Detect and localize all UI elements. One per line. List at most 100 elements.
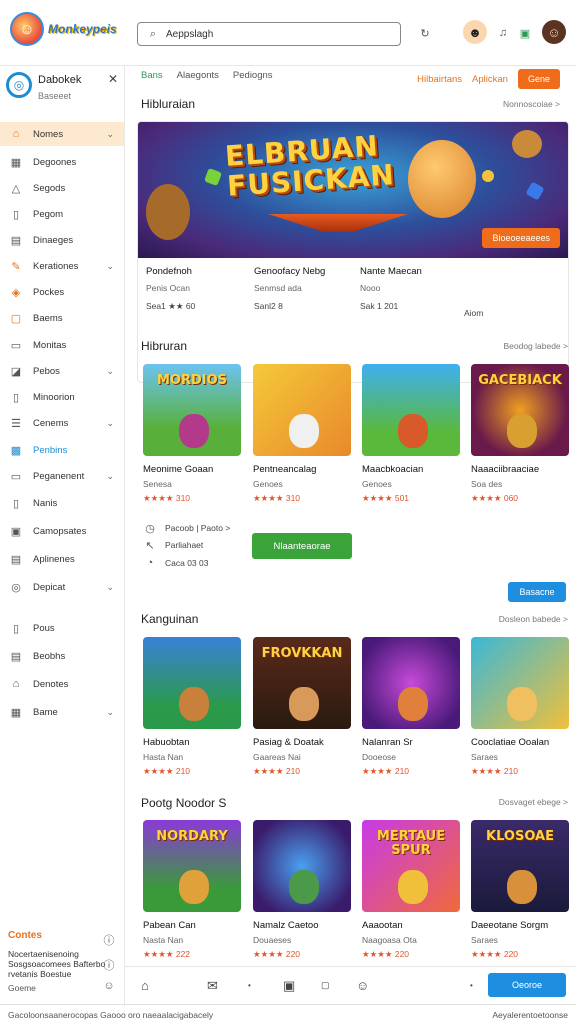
close-icon[interactable]: ✕: [108, 72, 118, 86]
game-thumbnail[interactable]: [362, 364, 460, 456]
section3-link[interactable]: Dosleon babede >: [499, 614, 568, 624]
kid-avatar[interactable]: ☻: [463, 20, 487, 44]
sidebar-item-pockes[interactable]: ◈ Pockes: [0, 280, 124, 304]
grid-icon: ▦: [10, 156, 22, 169]
bottom-action-button[interactable]: Oeoroe: [488, 973, 566, 997]
green-action-button[interactable]: Nlaanteaorae: [252, 533, 352, 559]
sidebar-item-degoones[interactable]: ▦ Degoones: [0, 150, 124, 174]
game-card[interactable]: MORDIOS Meonime Goaan Senesa ★★★★ 310: [143, 364, 243, 504]
game-card[interactable]: Cooclatiae Ooalan Saraes ★★★★ 210: [471, 637, 571, 777]
refresh-icon[interactable]: ↻: [418, 26, 432, 40]
sidebar-item-peganenent[interactable]: ▭ Peganenent ⌄: [0, 464, 124, 488]
sidebar-item-pegom[interactable]: ▯ Pegom: [0, 202, 124, 226]
sidebar-item-minoorion[interactable]: ▯ Minoorion: [0, 385, 124, 409]
sidebar-item-kerationes[interactable]: ✎ Kerationes ⌄: [0, 254, 124, 278]
home-icon[interactable]: ⌂: [141, 978, 149, 993]
game-card[interactable]: Maacbkoacian Genoes ★★★★ 501: [362, 364, 462, 504]
sidebar-item-cenems[interactable]: ☰ Cenems ⌄: [0, 411, 124, 435]
section4-link[interactable]: Dosvaget ebege >: [499, 797, 568, 807]
game-art-title: NORDARY: [156, 829, 228, 844]
featured-link[interactable]: Nonnoscoiae >: [503, 99, 560, 109]
chevron-down-icon: ⌄: [106, 128, 114, 139]
sidebar-item-depicat[interactable]: ◎ Depicat ⌄: [0, 575, 124, 599]
gift-icon[interactable]: ▣: [283, 978, 295, 994]
hero-play-button[interactable]: Bioeoeeaeees: [482, 228, 560, 248]
game-thumbnail[interactable]: [253, 820, 351, 912]
sidebar-item-segods[interactable]: △ Segods: [0, 176, 124, 200]
header-link-1[interactable]: Hilbairtans: [417, 74, 462, 85]
game-card[interactable]: NORDARY Pabean Can Nasta Nan ★★★★ 222: [143, 820, 243, 960]
game-card[interactable]: Pentneancalag Genoes ★★★★ 310: [253, 364, 353, 504]
game-thumbnail[interactable]: KLOSOAE: [471, 820, 569, 912]
sidebar-item-nanis[interactable]: ▯ Nanis: [0, 491, 124, 515]
footer-right-text: Aeyalerentoetoonse: [492, 1009, 568, 1020]
tab-1[interactable]: Bans: [141, 70, 163, 81]
section2-link[interactable]: Beodog labede >: [503, 341, 568, 351]
search-box[interactable]: ⌕: [137, 22, 401, 46]
sidebar-item-penbins[interactable]: ▩ Penbins: [0, 438, 124, 462]
hero-banner[interactable]: ELBRUAN FUSICKAN Bioeoeeaeees: [138, 122, 568, 258]
game-card[interactable]: FROVKKAN Pasiag & Doatak Gaareas Nai ★★★★ 2…: [253, 637, 353, 777]
sidebar-item-monitas[interactable]: ▭ Monitas: [0, 333, 124, 357]
game-card[interactable]: Habuobtan Hasta Nan ★★★★ 210: [143, 637, 243, 777]
info-row-3: ◔ Caca 03 03: [143, 556, 209, 570]
sidebar-item-beobhs[interactable]: ▤ Beobhs: [0, 644, 124, 668]
game-rating: ★★★★ 210: [253, 766, 301, 776]
sidebar-item-bame[interactable]: ▦ Bame ⌄: [0, 700, 124, 724]
game-character: [398, 687, 428, 721]
info-row-1[interactable]: ◷ Pacoob | Paoto >: [143, 521, 230, 535]
square-icon: ▢: [10, 312, 22, 325]
table-icon: ▦: [10, 706, 22, 719]
sidebar-item-nomes[interactable]: ⌂ Nomes ⌄: [0, 122, 124, 146]
bell-icon[interactable]: ♫: [496, 26, 510, 40]
game-thumbnail[interactable]: [362, 637, 460, 729]
sidebar-item-camopsates[interactable]: ▣ Camopsates: [0, 519, 124, 543]
blue-action-button[interactable]: Basacne: [508, 582, 566, 602]
header-cta-button[interactable]: Gene: [517, 69, 560, 89]
game-card[interactable]: GACEBIACK Naaaciibraaciae Soa des ★★★★ 060: [471, 364, 571, 504]
sidebar-item-dinaeges[interactable]: ▤ Dinaeges: [0, 228, 124, 252]
smile-icon[interactable]: ☺: [102, 979, 116, 993]
tab-2[interactable]: Alaegonts: [177, 70, 219, 81]
game-thumbnail[interactable]: [253, 364, 351, 456]
game-card[interactable]: KLOSOAE Daeeotane Sorgm Saraes ★★★★ 220: [471, 820, 571, 960]
game-thumbnail[interactable]: NORDARY: [143, 820, 241, 912]
game-art-title: FROVKKAN: [261, 646, 343, 661]
grid-blue-icon: ▩: [10, 444, 22, 457]
lock-icon: ⌂: [12, 678, 20, 690]
user-avatar[interactable]: ☺: [542, 20, 566, 44]
small-square-icon[interactable]: ▢: [321, 980, 330, 991]
info-icon[interactable]: ⓘ: [102, 933, 116, 947]
sidebar-item-label: Pockes: [33, 286, 65, 298]
game-sub: Genoes: [362, 479, 392, 489]
game-name: Habuobtan: [143, 737, 190, 748]
app-logo[interactable]: ☺ Monkeypeis: [10, 12, 117, 46]
sidebar-item-baems[interactable]: ▢ Baems: [0, 306, 124, 330]
game-thumbnail[interactable]: FROVKKAN: [253, 637, 351, 729]
app-root: ☺ Monkeypeis ⌕ ↻ ☻ ♫ ▣ ☺ ◎ Dabokek Basee…: [0, 0, 576, 1024]
game-thumbnail[interactable]: [143, 637, 241, 729]
game-card[interactable]: Namalz Caetoo Douaeses ★★★★ 220: [253, 820, 353, 960]
tab-3[interactable]: Pediogns: [233, 70, 273, 81]
sidebar-item-denotes[interactable]: ⌂ Denotes: [0, 672, 124, 696]
sidebar-item-pous[interactable]: ▯ Pous: [0, 616, 124, 640]
game-thumbnail[interactable]: GACEBIACK: [471, 364, 569, 456]
game-thumbnail[interactable]: MORDIOS: [143, 364, 241, 456]
sidebar-item-pebos[interactable]: ◪ Pebos ⌄: [0, 359, 124, 383]
game-sub: Senesa: [143, 479, 172, 489]
sidebar-item-aplinenes[interactable]: ▤ Aplinenes: [0, 547, 124, 571]
game-rating: ★★★★ 220: [471, 949, 519, 959]
mail-icon[interactable]: ✉: [207, 978, 218, 994]
sidebar: ◎ Dabokek Baseeet ✕ ⌂ Nomes ⌄ ▦ Degoones △ Seg…: [0, 66, 125, 1006]
featured-item[interactable]: Aiom: [464, 300, 568, 318]
game-sub: Nasta Nan: [143, 935, 184, 945]
game-card[interactable]: Nalanran Sr Dooeose ★★★★ 210: [362, 637, 462, 777]
header-link-2[interactable]: Aplickan: [472, 74, 508, 85]
chat-icon[interactable]: ▣: [518, 26, 532, 40]
game-card[interactable]: MERTAUE SPUR Aaaootan Naagoasa Ota ★★★★ 220: [362, 820, 462, 960]
info-icon-2[interactable]: ⓘ: [102, 958, 116, 972]
emoji-icon[interactable]: ☺: [356, 978, 369, 993]
game-thumbnail[interactable]: MERTAUE SPUR: [362, 820, 460, 912]
game-thumbnail[interactable]: [471, 637, 569, 729]
search-input[interactable]: [166, 28, 386, 40]
